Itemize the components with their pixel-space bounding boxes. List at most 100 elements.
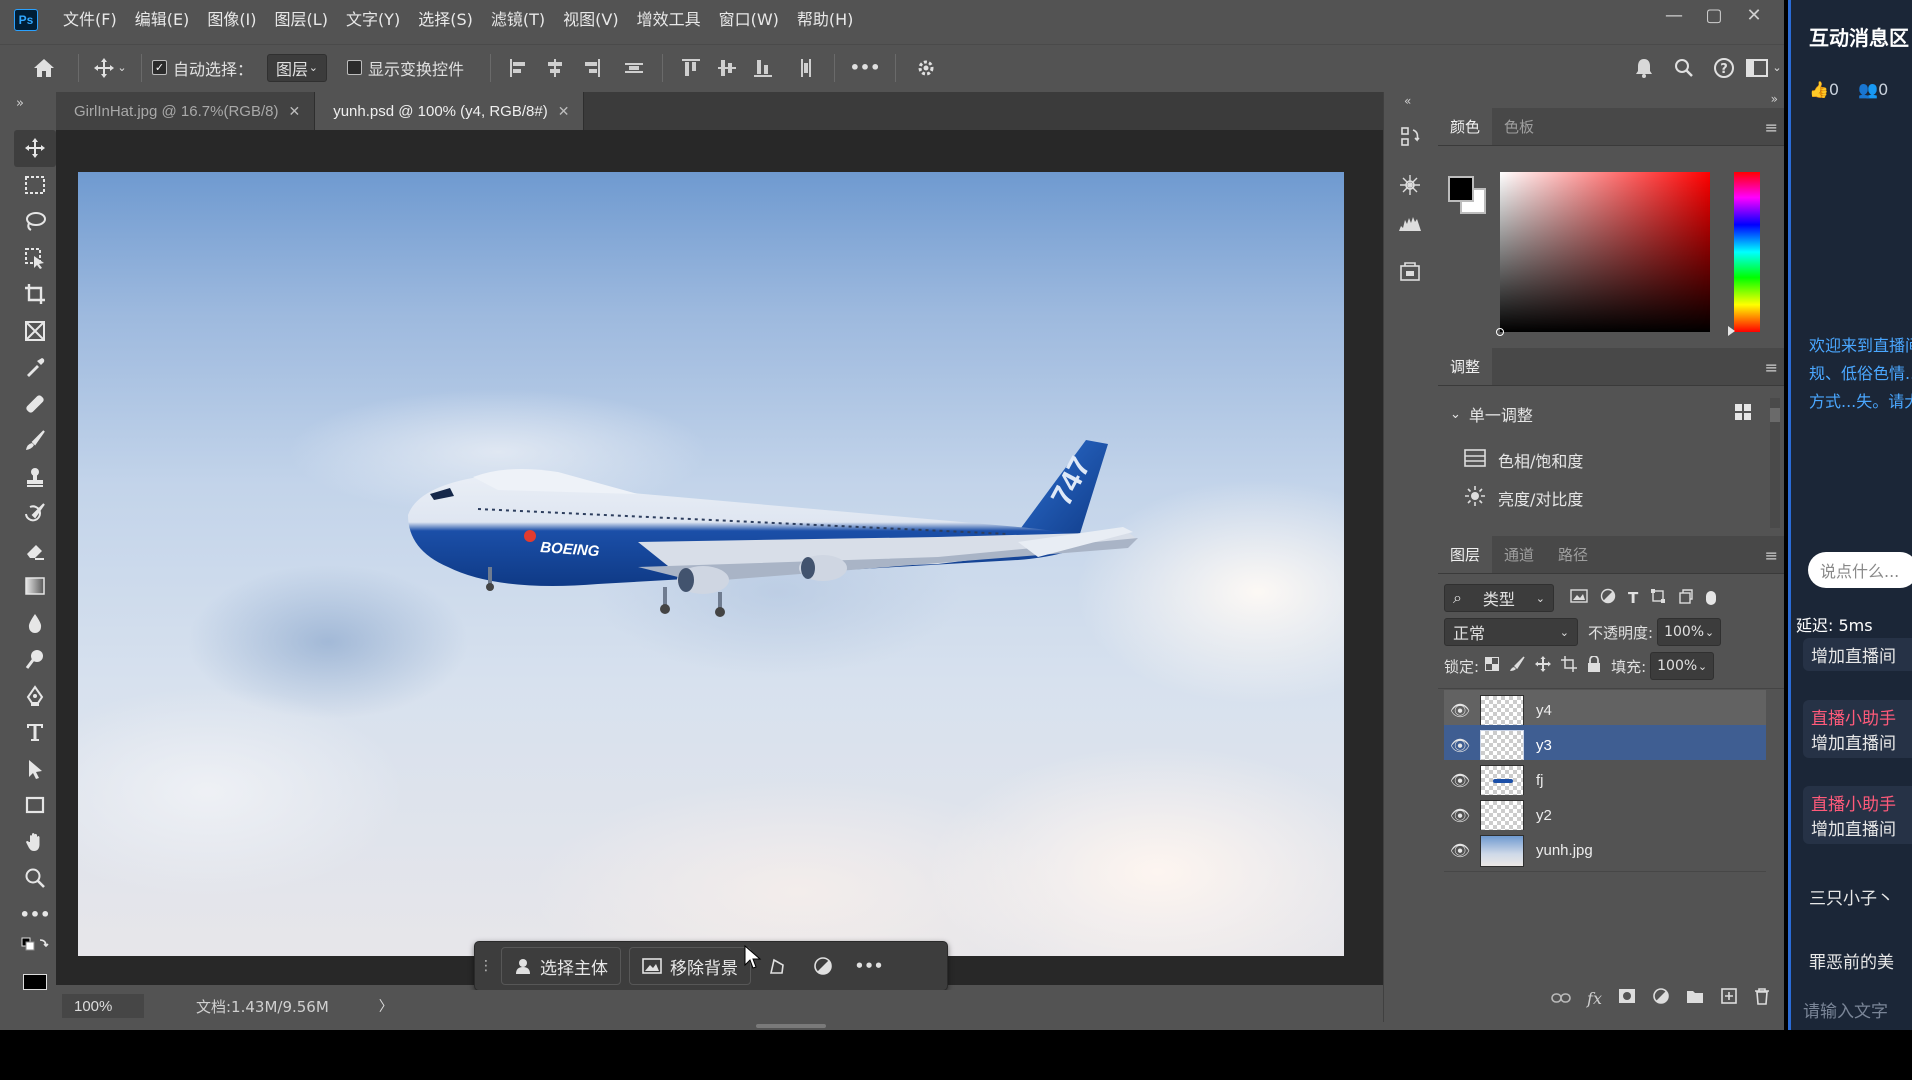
align-right-icon[interactable] xyxy=(580,57,602,79)
brush-tool-icon[interactable] xyxy=(14,422,56,459)
menu-layer[interactable]: 图层(L) xyxy=(266,0,337,40)
move-tool-icon[interactable] xyxy=(14,130,56,167)
grid-view-icon[interactable] xyxy=(1734,403,1752,425)
dodge-tool-icon[interactable] xyxy=(14,641,56,678)
say-something-input[interactable]: 说点什么... xyxy=(1808,552,1912,588)
tab-color[interactable]: 颜色 xyxy=(1438,108,1493,145)
gear-icon[interactable] xyxy=(906,52,946,84)
eyedropper-tool-icon[interactable] xyxy=(14,349,56,386)
menu-select[interactable]: 选择(S) xyxy=(409,0,482,40)
hue-slider[interactable] xyxy=(1734,172,1760,332)
eye-icon[interactable]: 👁 xyxy=(1444,771,1476,790)
history-panel-icon[interactable] xyxy=(1390,118,1430,156)
layer-filter-dropdown[interactable]: ⌕ 类型 ⌄ xyxy=(1444,584,1554,612)
foreground-color-swatch[interactable] xyxy=(1448,176,1474,202)
tab-paths[interactable]: 路径 xyxy=(1546,536,1600,573)
image-canvas[interactable]: 747 BOEING xyxy=(78,172,1344,956)
hand-tool-icon[interactable] xyxy=(14,824,56,861)
fill-input[interactable]: 100% ⌄ xyxy=(1650,652,1715,680)
adjustments-scrollbar[interactable] xyxy=(1770,398,1780,528)
menu-window[interactable]: 窗口(W) xyxy=(710,0,788,40)
search-icon[interactable] xyxy=(1664,52,1704,84)
menu-file[interactable]: 文件(F) xyxy=(54,0,126,40)
home-icon[interactable] xyxy=(20,52,68,84)
more-button[interactable]: ••• xyxy=(849,947,889,985)
menu-help[interactable]: 帮助(H) xyxy=(788,0,863,40)
zoom-level[interactable]: 100% xyxy=(62,994,144,1018)
libraries-icon[interactable] xyxy=(1390,252,1430,290)
type-tool-icon[interactable] xyxy=(14,714,56,751)
filter-toggle-icon[interactable] xyxy=(1706,591,1717,605)
mask-icon[interactable] xyxy=(1618,988,1636,1008)
adjustment-icon[interactable] xyxy=(803,947,843,985)
select-subject-button[interactable]: 选择主体 xyxy=(501,947,621,985)
path-select-tool-icon[interactable] xyxy=(14,751,56,788)
tab-swatches[interactable]: 色板 xyxy=(1492,108,1546,145)
new-adjustment-icon[interactable] xyxy=(1652,987,1670,1009)
lasso-tool-icon[interactable] xyxy=(14,203,56,240)
minimize-button[interactable]: — xyxy=(1654,0,1694,30)
crop-tool-icon[interactable] xyxy=(14,276,56,313)
adjustment-group[interactable]: ⌄ 单一调整 xyxy=(1438,394,1758,434)
auto-select-target-dropdown[interactable]: 图层 ⌄ xyxy=(267,53,328,82)
remove-background-button[interactable]: 移除背景 xyxy=(629,947,751,985)
menu-type[interactable]: 文字(Y) xyxy=(337,0,409,40)
blur-tool-icon[interactable] xyxy=(14,605,56,642)
lock-pixels-icon[interactable] xyxy=(1509,656,1525,676)
align-middle-v-icon[interactable] xyxy=(716,57,738,79)
panel-menu-icon[interactable]: ≡ xyxy=(1765,118,1778,137)
chat-input[interactable]: 请输入文字 xyxy=(1803,997,1912,1029)
menu-filter[interactable]: 滤镜(T) xyxy=(482,0,554,40)
eye-icon[interactable]: 👁 xyxy=(1444,806,1476,825)
filter-adjustment-icon[interactable] xyxy=(1600,588,1616,608)
tab-girlinhat[interactable]: GirlInHat.jpg @ 16.7%(RGB/8) ✕ xyxy=(56,92,316,130)
object-select-tool-icon[interactable] xyxy=(14,240,56,277)
fx-icon[interactable]: fx xyxy=(1587,989,1602,1008)
gradient-tool-icon[interactable] xyxy=(14,568,56,605)
hue-slider-handle[interactable] xyxy=(1728,326,1735,336)
blend-mode-dropdown[interactable]: 正常 ⌄ xyxy=(1444,618,1578,646)
panel-menu-icon[interactable]: ≡ xyxy=(1765,546,1778,565)
stamp-tool-icon[interactable] xyxy=(14,459,56,496)
more-tools-icon[interactable]: ••• xyxy=(14,897,56,934)
horizontal-scrollbar-thumb[interactable] xyxy=(756,1024,826,1028)
tab-layers[interactable]: 图层 xyxy=(1438,536,1493,573)
tab-yunh[interactable]: yunh.psd @ 100% (y4, RGB/8#) ✕ xyxy=(315,92,585,130)
status-arrow-icon[interactable]: 〉 xyxy=(379,996,393,1016)
default-colors-icon[interactable] xyxy=(14,933,56,963)
expand-icon[interactable]: » xyxy=(1771,92,1778,106)
rectangle-tool-icon[interactable] xyxy=(14,787,56,824)
align-bottom-icon[interactable] xyxy=(752,57,774,79)
marquee-tool-icon[interactable] xyxy=(14,167,56,204)
close-icon[interactable]: ✕ xyxy=(558,103,570,120)
frame-tool-icon[interactable] xyxy=(14,313,56,350)
close-icon[interactable]: ✕ xyxy=(288,103,300,120)
color-picker-field[interactable] xyxy=(1496,172,1710,336)
collapse-toolbar-icon[interactable]: » xyxy=(14,92,56,130)
align-left-icon[interactable] xyxy=(508,57,530,79)
link-icon[interactable] xyxy=(1551,989,1571,1008)
adjustment-item-hue-saturation[interactable]: 色相/饱和度 xyxy=(1438,440,1758,480)
eraser-tool-icon[interactable] xyxy=(14,532,56,569)
tab-adjustments[interactable]: 调整 xyxy=(1438,348,1493,385)
menu-plugins[interactable]: 增效工具 xyxy=(628,0,710,40)
close-button[interactable]: ✕ xyxy=(1734,0,1774,30)
auto-select-checkbox[interactable]: ✓ xyxy=(152,60,167,75)
workspace-icon[interactable]: ⌄ xyxy=(1744,52,1784,84)
eye-icon[interactable]: 👁 xyxy=(1444,736,1476,755)
tab-channels[interactable]: 通道 xyxy=(1492,536,1546,573)
foreground-color-swatch[interactable] xyxy=(14,963,56,993)
distribute-horizontal-icon[interactable] xyxy=(795,57,817,79)
trash-icon[interactable] xyxy=(1754,987,1770,1009)
lock-position-icon[interactable] xyxy=(1535,656,1552,676)
history-brush-tool-icon[interactable] xyxy=(14,495,56,532)
filter-pixel-icon[interactable] xyxy=(1570,589,1588,607)
menu-edit[interactable]: 编辑(E) xyxy=(126,0,199,40)
menu-view[interactable]: 视图(V) xyxy=(554,0,627,40)
show-transform-checkbox[interactable] xyxy=(347,60,363,75)
eye-icon[interactable]: 👁 xyxy=(1444,841,1476,860)
histogram-icon[interactable] xyxy=(1390,204,1430,242)
new-layer-icon[interactable] xyxy=(1720,987,1738,1009)
filter-smart-object-icon[interactable] xyxy=(1678,588,1694,608)
opacity-input[interactable]: 100% ⌄ xyxy=(1657,618,1722,646)
